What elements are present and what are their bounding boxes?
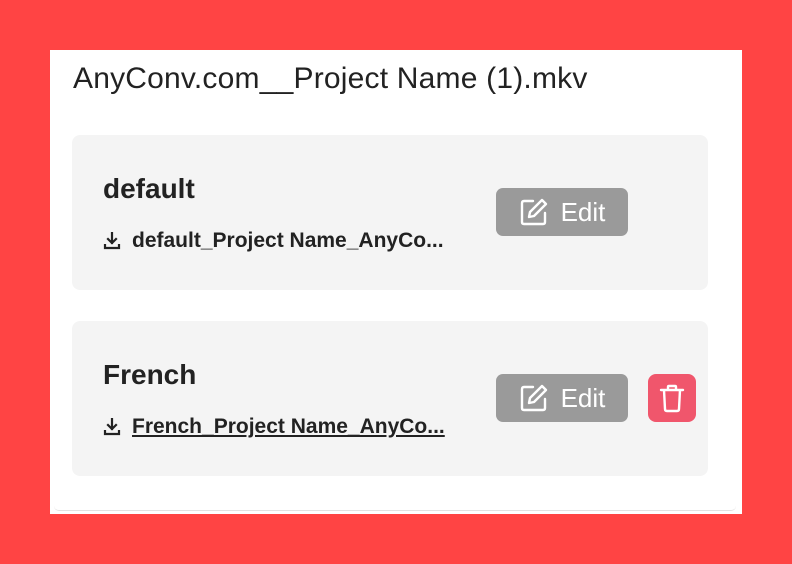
download-icon <box>103 232 121 250</box>
edit-icon <box>520 198 547 226</box>
track-card-french: French French_Project Name_AnyCo... Edit <box>72 321 708 476</box>
edit-button-label: Edit <box>560 196 606 227</box>
edit-button-label: Edit <box>560 382 606 413</box>
download-filename: French_Project Name_AnyCo... <box>132 415 445 438</box>
download-link[interactable]: French_Project Name_AnyCo... <box>103 415 445 439</box>
delete-button[interactable] <box>648 374 696 422</box>
track-language: default <box>103 173 195 204</box>
download-filename: default_Project Name_AnyCo... <box>132 229 444 252</box>
trash-icon <box>659 384 685 413</box>
track-language: French <box>103 359 197 390</box>
edit-button[interactable]: Edit <box>496 188 628 236</box>
download-icon <box>103 418 121 436</box>
subtitle-panel: AnyConv.com__Project Name (1).mkv defaul… <box>50 50 742 514</box>
panel-shadow <box>54 506 736 511</box>
edit-icon <box>520 384 547 412</box>
edit-button[interactable]: Edit <box>496 374 628 422</box>
file-title: AnyConv.com__Project Name (1).mkv <box>73 62 588 95</box>
download-link[interactable]: default_Project Name_AnyCo... <box>103 229 444 253</box>
track-card-default: default default_Project Name_AnyCo... Ed… <box>72 135 708 290</box>
